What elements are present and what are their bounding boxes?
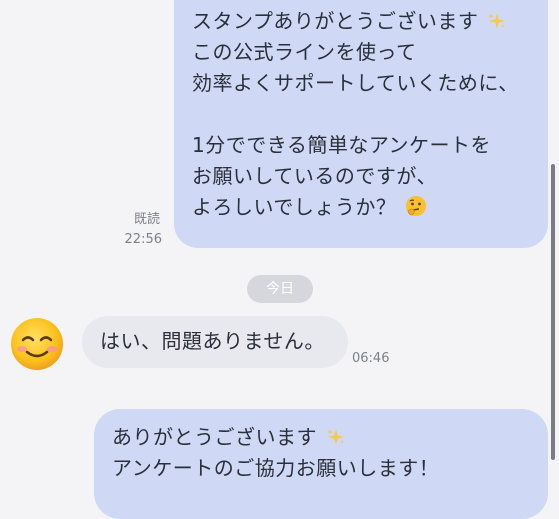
message-line: スタンプありがとうございます (192, 6, 548, 37)
message-line: 効率よくサポートしていくために、 (192, 71, 519, 95)
read-receipt: 既読 (133, 212, 160, 227)
date-separator: 今日 (247, 275, 313, 303)
sparkles-icon (326, 425, 346, 456)
message-timestamp: 06:46 (352, 351, 390, 366)
outgoing-message-bubble[interactable]: スタンプありがとうございます この公式ラインを使って 効率よくサポートしていくた… (174, 0, 548, 248)
message-line: アンケートのご協力お願いします！ (112, 456, 440, 480)
message-line: よろしいでしょうか？ (192, 192, 548, 223)
message-text: はい、問題ありません。 (100, 329, 325, 353)
message-line (192, 99, 548, 130)
incoming-message-bubble[interactable]: はい、問題ありません。 (82, 316, 348, 368)
message-line: ありがとうございます (112, 422, 548, 453)
message-line: この公式ラインを使って (192, 40, 417, 64)
message-line: お願いしているのですが、 (192, 164, 437, 188)
sparkles-icon (487, 9, 507, 40)
thinking-face-icon (405, 195, 427, 226)
scrollbar[interactable] (551, 164, 555, 460)
message-timestamp: 22:56 (124, 232, 162, 247)
outgoing-message-bubble[interactable]: ありがとうございます アンケートのご協力お願いします！ (94, 409, 548, 519)
message-line: 1分でできる簡単なアンケートを (192, 133, 492, 157)
chat-area[interactable]: スタンプありがとうございます この公式ラインを使って 効率よくサポートしていくた… (0, 0, 559, 519)
smiling-face-icon[interactable] (9, 316, 65, 372)
